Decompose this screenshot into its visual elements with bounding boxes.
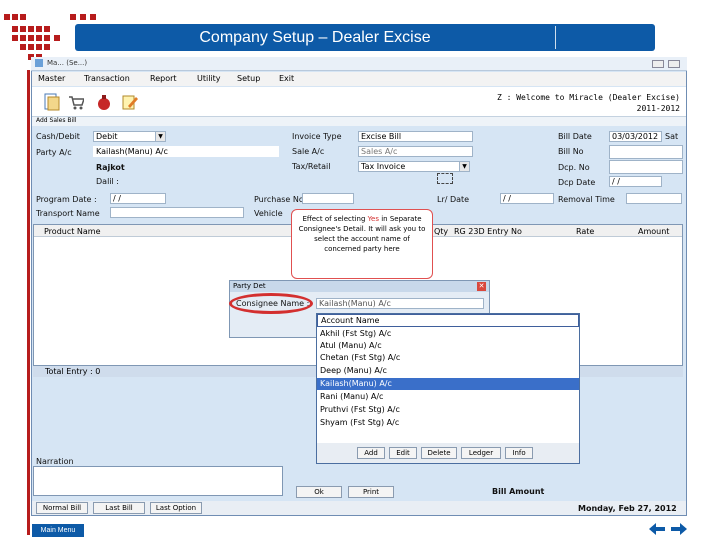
status-datetime: Monday, Feb 27, 2012 xyxy=(578,504,677,513)
bill-date-label: Bill Date xyxy=(558,132,592,141)
party-label: Party A/c xyxy=(36,148,72,157)
menu-setup[interactable]: Setup xyxy=(237,74,260,83)
consignee-field[interactable]: Kailash(Manu) A/c xyxy=(316,298,484,309)
menu-exit[interactable]: Exit xyxy=(279,74,294,83)
list-item[interactable]: Deep (Manu) A/c xyxy=(317,365,579,377)
bill-day: Sat xyxy=(665,132,679,141)
list-item[interactable]: Atul (Manu) A/c xyxy=(317,340,579,352)
party-field[interactable]: Kailash(Manu) A/c xyxy=(93,146,279,157)
col-amount[interactable]: Amount xyxy=(638,227,669,236)
tab-normal-bill[interactable]: Normal Bill xyxy=(36,502,88,514)
tab-last-bill[interactable]: Last Bill xyxy=(93,502,145,514)
maximize-icon[interactable] xyxy=(668,60,680,68)
tab-last-option[interactable]: Last Option xyxy=(150,502,202,514)
tax-retail-select[interactable]: Tax Invoice ▼ xyxy=(358,161,470,172)
account-list-header: Account Name xyxy=(317,314,579,327)
tax-retail-value: Tax Invoice xyxy=(361,162,406,171)
info-button[interactable]: Info xyxy=(505,447,533,459)
window-title: Ma... (Se...) xyxy=(47,59,88,67)
welcome-text: Z : Welcome to Miracle (Dealer Excise) xyxy=(496,93,680,102)
po-date-label: Program Date : xyxy=(36,195,97,204)
minimize-icon[interactable] xyxy=(652,60,664,68)
col-product-name[interactable]: Product Name xyxy=(44,227,101,236)
invoice-type-label: Invoice Type xyxy=(292,132,342,141)
menu-master[interactable]: Master xyxy=(38,74,65,83)
menu-utility[interactable]: Utility xyxy=(197,74,221,83)
back-arrow-icon[interactable] xyxy=(648,522,666,536)
menu-report[interactable]: Report xyxy=(150,74,177,83)
print-button[interactable]: Print xyxy=(348,486,394,498)
bill-amount-label: Bill Amount xyxy=(492,487,545,496)
new-document-icon[interactable] xyxy=(44,93,60,111)
cash-debit-value: Debit xyxy=(96,132,118,141)
highlight-oval xyxy=(229,293,313,314)
po-no-label: Purchase No xyxy=(254,195,304,204)
app-icon xyxy=(35,59,43,67)
dcp-no-label: Dcp. No xyxy=(558,163,590,172)
lr-date-label: Lr/ Date xyxy=(437,195,470,204)
cash-debit-label: Cash/Debit xyxy=(36,132,80,141)
list-item[interactable]: Shyam (Fst Stg) A/c xyxy=(317,417,579,429)
ledger-button[interactable]: Ledger xyxy=(461,447,501,459)
removal-time-label: Removal Time xyxy=(558,195,615,204)
menu-transaction[interactable]: Transaction xyxy=(84,74,130,83)
sale-ac-label: Sale A/c xyxy=(292,147,325,156)
list-item[interactable]: Pruthvi (Fst Stg) A/c xyxy=(317,404,579,416)
po-no-field[interactable] xyxy=(302,193,354,204)
form-title: Add Sales Bill xyxy=(32,117,686,126)
po-date-field[interactable]: / / xyxy=(110,193,166,204)
focus-box xyxy=(437,173,453,184)
main-menu-button[interactable]: Main Menu xyxy=(32,524,84,537)
lr-date-field[interactable]: / / xyxy=(500,193,554,204)
removal-time-field[interactable] xyxy=(626,193,682,204)
col-qty[interactable]: Qty xyxy=(434,227,448,236)
cart-icon[interactable] xyxy=(68,93,84,111)
cash-debit-select[interactable]: Debit ▼ xyxy=(93,131,166,142)
transport-field[interactable] xyxy=(110,207,244,218)
sale-ac-field[interactable]: Sales A/c xyxy=(358,146,473,157)
add-button[interactable]: Add xyxy=(357,447,385,459)
vehicle-label: Vehicle xyxy=(254,209,283,218)
delete-button[interactable]: Delete xyxy=(421,447,457,459)
city-value: Rajkot xyxy=(96,163,125,172)
chevron-down-icon: ▼ xyxy=(155,132,165,141)
toolbar xyxy=(32,87,686,117)
close-icon[interactable]: ✕ xyxy=(477,282,486,291)
dcp-date-label: Dcp Date xyxy=(558,178,596,187)
bill-no-field[interactable] xyxy=(609,145,683,159)
list-item-selected[interactable]: Kailash(Manu) A/c xyxy=(317,378,579,390)
dcp-no-field[interactable] xyxy=(609,160,683,174)
financial-year: 2011-2012 xyxy=(636,104,680,113)
account-list-buttons: Add Edit Delete Ledger Info xyxy=(317,443,579,463)
col-rate[interactable]: Rate xyxy=(576,227,594,236)
left-accent-line xyxy=(27,70,30,535)
dcp-date-field[interactable]: / / xyxy=(609,176,662,187)
money-bag-icon[interactable] xyxy=(96,93,112,111)
party-dialog-title: Party Det xyxy=(230,281,489,292)
forward-arrow-icon[interactable] xyxy=(670,522,688,536)
edit-button[interactable]: Edit xyxy=(389,447,417,459)
col-rg-entry[interactable]: RG 23D Entry No xyxy=(454,227,522,236)
callout-text-before: Effect of selecting xyxy=(302,215,366,223)
bill-no-label: Bill No xyxy=(558,147,584,156)
header-divider xyxy=(555,26,556,49)
info-callout: Effect of selecting Yes in Separate Cons… xyxy=(291,209,433,279)
slide-title: Company Setup – Dealer Excise xyxy=(199,29,431,46)
window-titlebar: Ma... (Se...) xyxy=(31,57,687,71)
dalil-label: Dalil : xyxy=(96,177,119,186)
edit-note-icon[interactable] xyxy=(122,93,138,111)
transport-label: Transport Name xyxy=(36,209,100,218)
menu-bar: Master Transaction Report Utility Setup … xyxy=(32,72,686,86)
ok-button[interactable]: Ok xyxy=(296,486,342,498)
narration-label: Narration xyxy=(36,457,74,466)
chevron-down-icon: ▼ xyxy=(459,162,469,171)
tax-retail-label: Tax/Retail xyxy=(292,162,331,171)
callout-yes: Yes xyxy=(367,215,379,223)
list-item[interactable]: Akhil (Fst Stg) A/c xyxy=(317,328,579,340)
invoice-type-field[interactable]: Excise Bill xyxy=(358,131,473,142)
list-item[interactable]: Rani (Manu) A/c xyxy=(317,391,579,403)
bill-date-field[interactable]: 03/03/2012 xyxy=(609,131,662,142)
narration-field[interactable] xyxy=(33,466,283,496)
list-item[interactable]: Chetan (Fst Stg) A/c xyxy=(317,352,579,364)
